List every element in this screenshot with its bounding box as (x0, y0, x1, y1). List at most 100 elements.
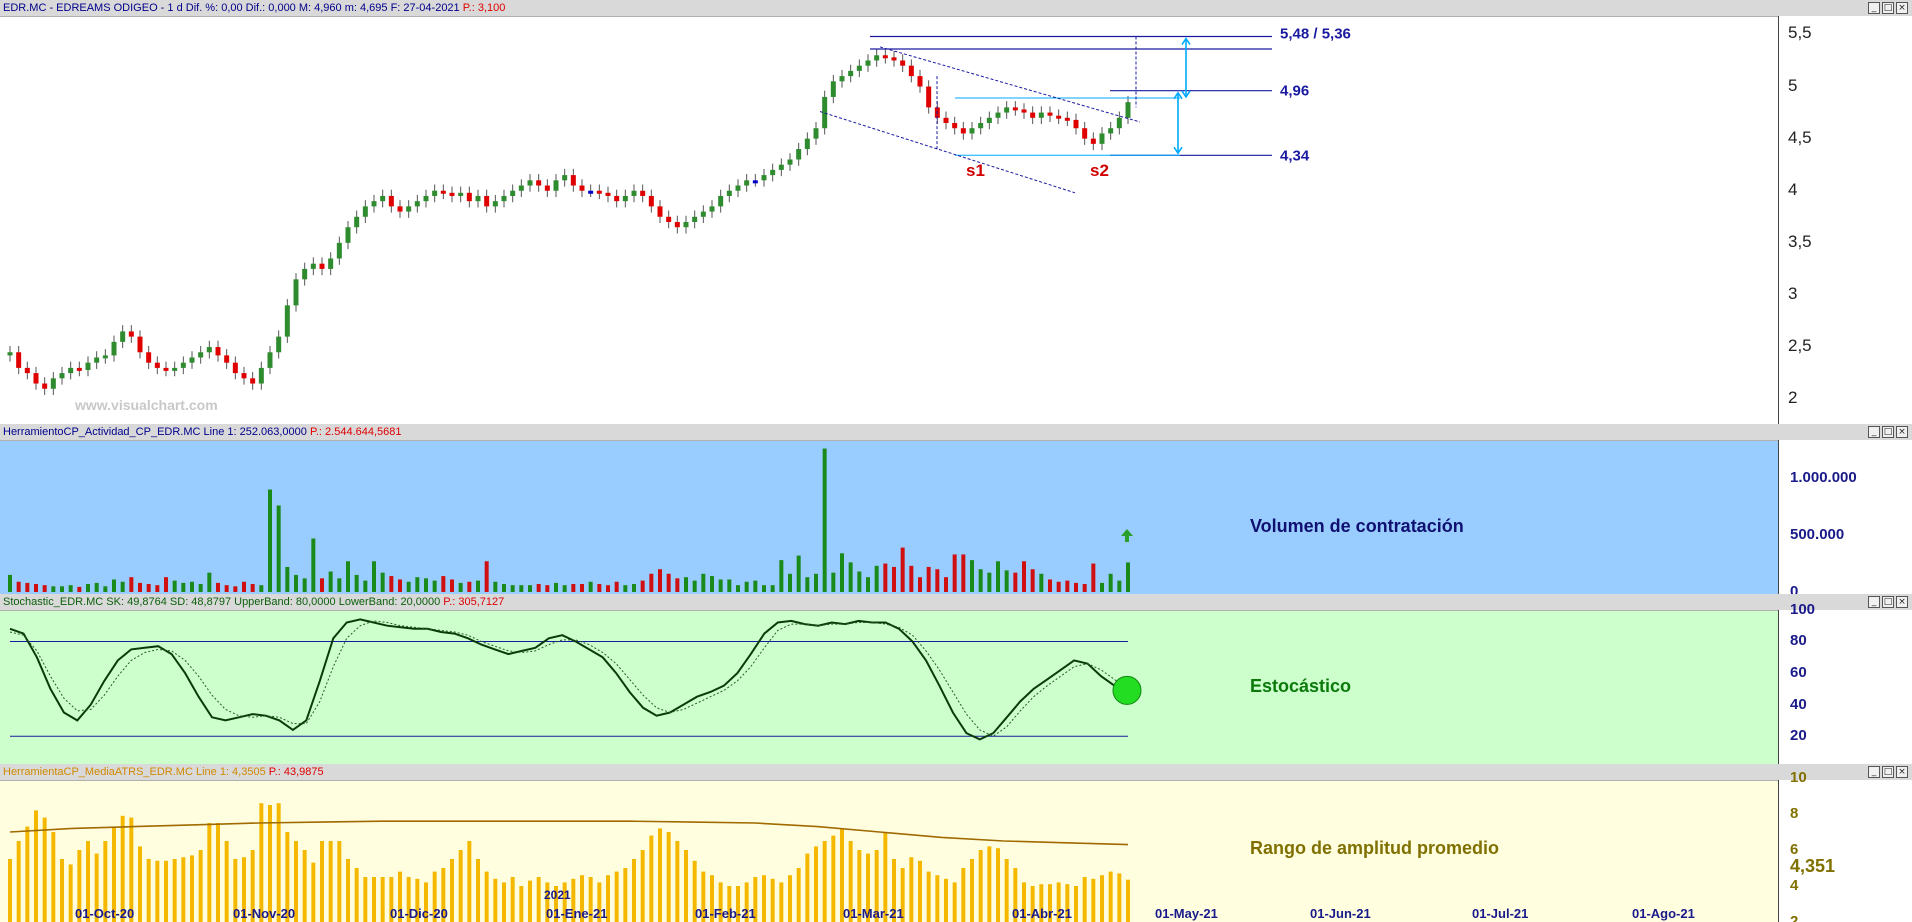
highlight-circle (1112, 675, 1142, 705)
candle-body (354, 216, 360, 228)
price-chart[interactable]: s1 s2 5,48 / 5,36 4,96 4,34 (0, 0, 1778, 424)
close-icon[interactable]: × (1896, 766, 1908, 778)
volume-bar (8, 574, 12, 592)
volume-chart[interactable] (0, 424, 1778, 594)
atr-window-buttons[interactable]: _ □ × (1868, 766, 1908, 778)
volume-bar (86, 584, 90, 592)
level-label: 4,96 (1280, 83, 1309, 100)
maximize-icon[interactable]: □ (1882, 596, 1894, 608)
price-y-tick: 4,5 (1788, 127, 1812, 147)
candle-body (510, 190, 516, 196)
atr-bar (1100, 875, 1104, 922)
volume-bar (796, 555, 801, 592)
candle-body (813, 128, 819, 139)
minimize-icon[interactable]: _ (1868, 2, 1880, 14)
atr-bar (1074, 886, 1078, 922)
candle-body (362, 206, 368, 217)
candle-body (657, 206, 663, 217)
atr-bar (25, 826, 30, 922)
volume-bar (623, 585, 628, 592)
close-icon[interactable]: × (1896, 596, 1908, 608)
candle-body (24, 367, 30, 374)
candle-body (622, 195, 628, 202)
minimize-icon[interactable]: _ (1868, 596, 1880, 608)
maximize-icon[interactable]: □ (1882, 426, 1894, 438)
candle-body (302, 268, 308, 280)
candle-body (1082, 128, 1088, 139)
volume-bar (1022, 561, 1026, 592)
volume-bar (614, 581, 619, 592)
atr-bar (528, 880, 532, 922)
volume-y-axis (1778, 440, 1912, 594)
stoch-chart[interactable] (0, 594, 1778, 764)
candle-body (1038, 112, 1044, 118)
volume-bar (718, 579, 723, 592)
atr-bar (60, 859, 64, 922)
candle-body (1099, 133, 1105, 144)
stoch-y-tick: 60 (1790, 664, 1807, 682)
atr-chart[interactable] (0, 764, 1778, 922)
candle-body (562, 175, 568, 181)
volume-bar (1030, 569, 1035, 592)
volume-y-tick: 0 (1790, 583, 1799, 594)
atr-bar (675, 841, 680, 922)
candle-body (146, 352, 152, 363)
volume-bar (380, 572, 385, 592)
x-axis-label: 01-Ago-21 (1632, 906, 1695, 921)
volume-bar (1048, 579, 1052, 592)
atr-bar (978, 850, 983, 922)
volume-bar (900, 547, 905, 592)
candle-body (579, 185, 585, 191)
candle-body (752, 180, 758, 184)
volume-bar (450, 579, 454, 592)
volume-bar (1082, 584, 1087, 592)
candle-body (770, 169, 776, 176)
candle-body (328, 258, 334, 269)
atr-bar (207, 823, 212, 922)
candle-body (232, 362, 238, 374)
maximize-icon[interactable]: □ (1882, 766, 1894, 778)
volume-bar (822, 448, 827, 592)
stoch-y-tick: 40 (1790, 695, 1807, 713)
minimize-icon[interactable]: _ (1868, 426, 1880, 438)
candle-body (33, 373, 39, 384)
atr-y-tick: 2 (1790, 913, 1799, 922)
candle-body (796, 149, 802, 160)
candle-body (68, 367, 74, 374)
volume-bar (1039, 573, 1044, 592)
volume-bar (892, 566, 896, 592)
volume-window-buttons[interactable]: _ □ × (1868, 426, 1908, 438)
candle-body (640, 190, 646, 196)
maximize-icon[interactable]: □ (1882, 2, 1894, 14)
volume-bar (311, 538, 316, 592)
volume-bar (640, 580, 645, 592)
candle-body (1116, 117, 1122, 129)
volume-bar (632, 584, 636, 592)
atr-bar (51, 832, 56, 922)
close-icon[interactable]: × (1896, 2, 1908, 14)
candle-body (570, 175, 576, 186)
close-icon[interactable]: × (1896, 426, 1908, 438)
candle-body (1090, 138, 1096, 144)
minimize-icon[interactable]: _ (1868, 766, 1880, 778)
volume-bar (762, 585, 766, 592)
price-window-buttons[interactable]: _ □ × (1868, 2, 1908, 14)
up-arrow-icon (1121, 529, 1133, 542)
volume-bar (1065, 580, 1070, 592)
volume-bar (233, 586, 238, 592)
volume-y-tick: 1.000.000 (1790, 469, 1857, 487)
candle-body (1004, 107, 1010, 113)
candle-body (111, 341, 117, 356)
candle-body (128, 331, 134, 337)
volume-bar (536, 584, 541, 592)
volume-bar (242, 581, 246, 592)
candle-body (882, 55, 888, 59)
volume-bar (346, 561, 350, 592)
stoch-window-buttons[interactable]: _ □ × (1868, 596, 1908, 608)
volume-bar (415, 577, 420, 592)
candle-body (700, 211, 706, 217)
candle-body (154, 362, 160, 368)
volume-bar (519, 585, 524, 592)
atr-pane: HerramientaCP_MediaATRS_EDR.MC Line 1: 4… (0, 764, 1912, 922)
volume-bar (103, 586, 108, 592)
